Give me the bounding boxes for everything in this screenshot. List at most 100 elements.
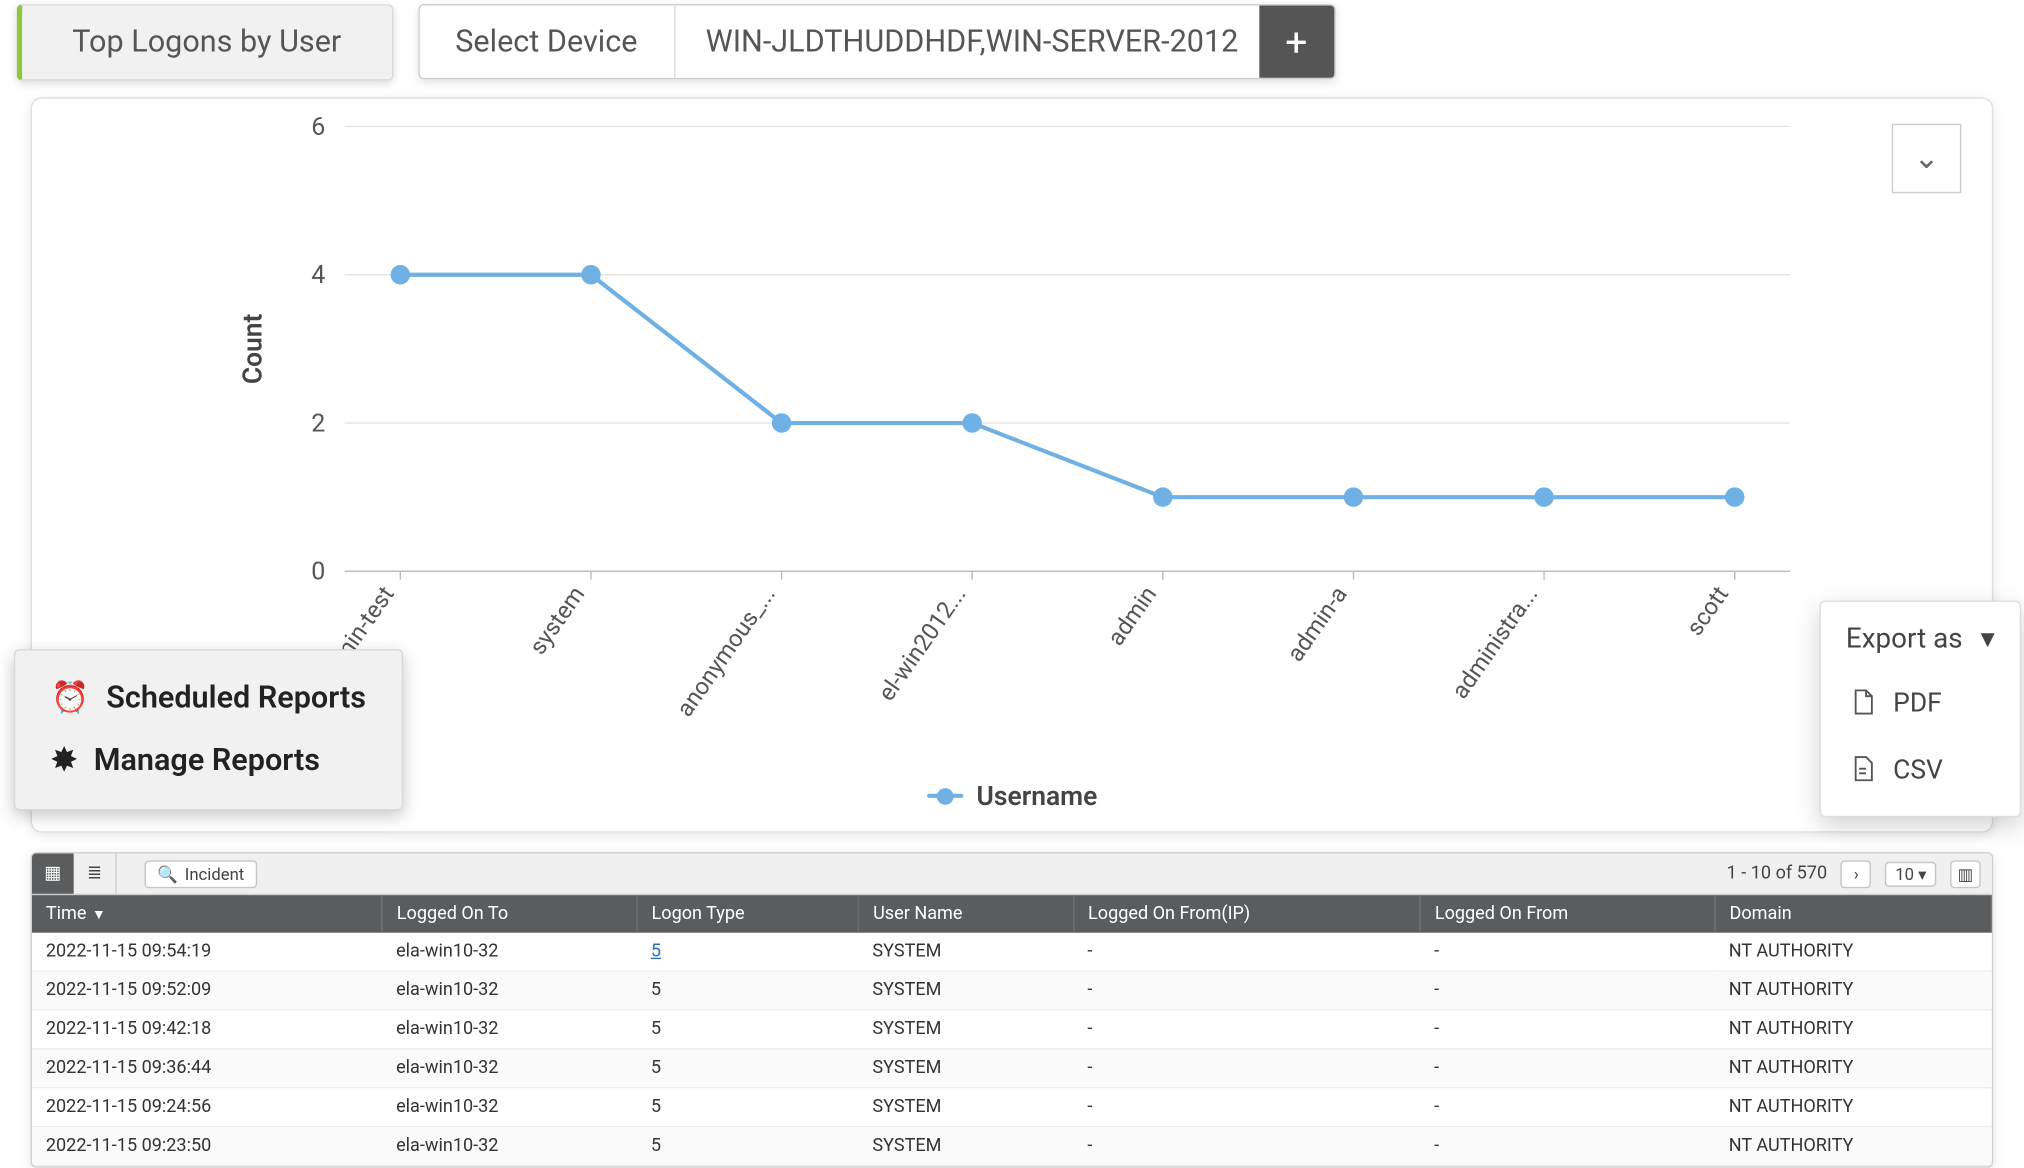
- table-body: 2022-11-15 09:54:19ela-win10-325SYSTEM--…: [32, 933, 1991, 1166]
- gear-icon: ✸: [51, 744, 77, 779]
- incident-filter-button[interactable]: 🔍 Incident: [145, 860, 257, 888]
- device-selector: Select Device WIN-JLDTHUDDHDF,WIN-SERVER…: [418, 4, 1336, 79]
- table-cell: -: [1420, 971, 1715, 1010]
- table-cell: -: [1420, 1049, 1715, 1088]
- export-csv-item[interactable]: CSV: [1843, 735, 1997, 802]
- column-header[interactable]: Logged On To: [382, 895, 637, 933]
- plus-icon: +: [1285, 19, 1307, 65]
- table-cell: SYSTEM: [858, 1088, 1073, 1127]
- table-cell: -: [1073, 933, 1420, 971]
- svg-text:scott: scott: [1680, 581, 1734, 641]
- column-header[interactable]: Logged On From: [1420, 895, 1715, 933]
- svg-text:admin: admin: [1102, 581, 1163, 651]
- table-cell: 5: [637, 1010, 859, 1049]
- export-as-label: Export as: [1846, 621, 1963, 654]
- table-row[interactable]: 2022-11-15 09:54:19ela-win10-325SYSTEM--…: [32, 933, 1991, 971]
- svg-text:administra...: administra...: [1446, 581, 1544, 704]
- data-table: Time▼Logged On ToLogon TypeUser NameLogg…: [32, 895, 1992, 1166]
- export-pdf-item[interactable]: PDF: [1843, 669, 1997, 736]
- table-cell: -: [1420, 1010, 1715, 1049]
- table-cell: 2022-11-15 09:52:09: [32, 971, 382, 1010]
- chevron-right-icon: ›: [1854, 864, 1859, 883]
- select-device-label[interactable]: Select Device: [419, 6, 675, 78]
- view-list-button[interactable]: ≣: [74, 853, 116, 893]
- report-title-tab[interactable]: Top Logons by User: [17, 3, 393, 79]
- export-csv-label: CSV: [1893, 753, 1943, 785]
- column-header[interactable]: Domain: [1715, 895, 1991, 933]
- pdf-icon: [1849, 685, 1877, 718]
- table-cell: NT AUTHORITY: [1715, 1049, 1991, 1088]
- table-cell: -: [1420, 1088, 1715, 1127]
- legend-marker: [927, 794, 963, 798]
- column-header[interactable]: User Name: [858, 895, 1073, 933]
- table-cell: 2022-11-15 09:24:56: [32, 1088, 382, 1127]
- table-cell: SYSTEM: [858, 1127, 1073, 1166]
- reports-context-menu: ⏰ Scheduled Reports ✸ Manage Reports: [14, 649, 404, 810]
- table-row[interactable]: 2022-11-15 09:24:56ela-win10-325SYSTEM--…: [32, 1088, 1991, 1127]
- table-cell: ela-win10-32: [382, 1049, 637, 1088]
- table-cell: SYSTEM: [858, 1049, 1073, 1088]
- svg-text:admin-a: admin-a: [1281, 581, 1353, 667]
- table-row[interactable]: 2022-11-15 09:23:50ela-win10-325SYSTEM--…: [32, 1127, 1991, 1166]
- alarm-clock-icon: ⏰: [51, 681, 89, 716]
- table-cell: NT AUTHORITY: [1715, 1127, 1991, 1166]
- table-cell: 5: [637, 1127, 859, 1166]
- column-header[interactable]: Time▼: [32, 895, 382, 933]
- scheduled-reports-label: Scheduled Reports: [106, 681, 366, 716]
- table-header: Time▼Logged On ToLogon TypeUser NameLogg…: [32, 895, 1991, 933]
- table-toolbar: ▦ ≣ 🔍 Incident 1 - 10 of 570 › 10 ▾ ▥: [32, 853, 1992, 895]
- selected-device-value[interactable]: WIN-JLDTHUDDHDF,WIN-SERVER-2012: [675, 6, 1259, 78]
- table-cell: NT AUTHORITY: [1715, 1088, 1991, 1127]
- table-cell: -: [1073, 1049, 1420, 1088]
- select-device-text: Select Device: [455, 24, 637, 59]
- search-icon: 🔍: [157, 864, 178, 883]
- column-header[interactable]: Logon Type: [637, 895, 859, 933]
- logon-type-link[interactable]: 5: [651, 941, 661, 962]
- grid-icon: ▦: [44, 863, 61, 884]
- selected-device-text: WIN-JLDTHUDDHDF,WIN-SERVER-2012: [706, 24, 1239, 59]
- pagination-range: 1 - 10 of 570: [1727, 863, 1827, 884]
- table-cell: SYSTEM: [858, 971, 1073, 1010]
- svg-text:el-win2012...: el-win2012...: [872, 581, 971, 706]
- table-cell: ela-win10-32: [382, 1010, 637, 1049]
- table-cell: -: [1073, 1010, 1420, 1049]
- table-cell: 5: [637, 1049, 859, 1088]
- table-cell: ela-win10-32: [382, 933, 637, 971]
- table-cell: -: [1420, 933, 1715, 971]
- svg-text:6: 6: [311, 113, 325, 142]
- topbar: Top Logons by User Select Device WIN-JLD…: [0, 0, 2024, 83]
- manage-reports-label: Manage Reports: [94, 744, 320, 779]
- columns-icon: ▥: [1958, 864, 1974, 883]
- table-row[interactable]: 2022-11-15 09:52:09ela-win10-325SYSTEM--…: [32, 971, 1991, 1010]
- chart-options-button[interactable]: ⌄: [1892, 124, 1962, 193]
- svg-text:anonymous_...: anonymous_...: [671, 581, 781, 722]
- column-settings-button[interactable]: ▥: [1950, 860, 1981, 888]
- scheduled-reports-item[interactable]: ⏰ Scheduled Reports: [46, 667, 372, 730]
- table-row[interactable]: 2022-11-15 09:42:18ela-win10-325SYSTEM--…: [32, 1010, 1991, 1049]
- next-page-button[interactable]: ›: [1841, 860, 1872, 888]
- report-title-text: Top Logons by User: [72, 24, 341, 59]
- view-grid-button[interactable]: ▦: [32, 853, 74, 893]
- table-cell: SYSTEM: [858, 933, 1073, 971]
- caret-down-icon: ▾: [1918, 864, 1926, 883]
- svg-text:system: system: [523, 581, 590, 660]
- export-as-button[interactable]: Export as ▾: [1843, 616, 1997, 669]
- table-cell: NT AUTHORITY: [1715, 933, 1991, 971]
- add-device-button[interactable]: +: [1259, 6, 1334, 78]
- export-pdf-label: PDF: [1893, 686, 1942, 718]
- incident-label: Incident: [185, 864, 244, 883]
- caret-down-icon: ▾: [1981, 621, 1995, 654]
- table-cell: SYSTEM: [858, 1010, 1073, 1049]
- export-menu: Export as ▾ PDF CSV: [1820, 600, 2022, 817]
- manage-reports-item[interactable]: ✸ Manage Reports: [46, 730, 372, 793]
- table-row[interactable]: 2022-11-15 09:36:44ela-win10-325SYSTEM--…: [32, 1049, 1991, 1088]
- svg-text:4: 4: [311, 261, 325, 290]
- column-header[interactable]: Logged On From(IP): [1073, 895, 1420, 933]
- table-cell: -: [1073, 971, 1420, 1010]
- csv-icon: [1849, 752, 1877, 785]
- page-size-selector[interactable]: 10 ▾: [1885, 861, 1936, 886]
- table-cell: 2022-11-15 09:23:50: [32, 1127, 382, 1166]
- pagination: 1 - 10 of 570 › 10 ▾ ▥: [1727, 860, 1992, 888]
- legend-label: Username: [977, 780, 1098, 812]
- page-size-value: 10: [1895, 864, 1914, 883]
